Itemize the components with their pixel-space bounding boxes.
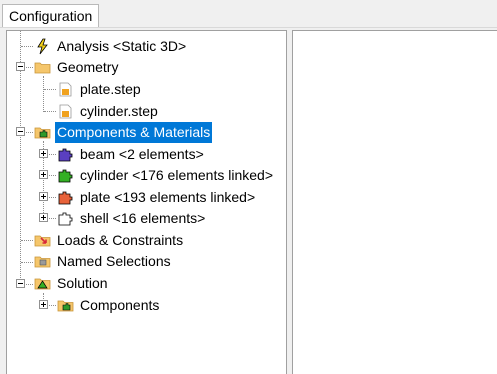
tab-divider <box>0 27 497 28</box>
loads-folder-icon <box>34 232 51 249</box>
tree-item-analysis[interactable]: Analysis <Static 3D> <box>34 36 234 57</box>
tab-configuration[interactable]: Configuration <box>2 4 100 28</box>
step-file-icon <box>57 81 74 98</box>
tree-item-plate[interactable]: plate <193 elements linked> <box>57 187 286 208</box>
tree-connector <box>44 89 56 90</box>
tree-connector <box>43 76 44 112</box>
tree-connector <box>26 284 33 285</box>
tree-item-components-materials[interactable]: Components & Materials <box>34 122 234 143</box>
puzzle-icon <box>57 167 74 184</box>
tab-strip: Configuration <box>0 0 497 29</box>
tree-item-loads-constraints[interactable]: Loads & Constraints <box>34 230 234 251</box>
tree-item-solution[interactable]: Solution <box>34 273 234 294</box>
named-selections-icon <box>34 253 51 270</box>
cylinder-expand-toggle[interactable] <box>39 170 48 179</box>
tree-item-solution-components[interactable]: Components <box>57 295 257 316</box>
puzzle-folder-icon <box>57 297 74 314</box>
components-collapse-toggle[interactable] <box>16 127 25 136</box>
tree-connector <box>49 154 56 155</box>
tree-item-shell[interactable]: shell <16 elements> <box>57 208 286 229</box>
tree-item-geometry[interactable]: Geometry <box>34 57 234 78</box>
tree-connector <box>26 132 33 133</box>
tree-connector <box>49 305 56 306</box>
geometry-collapse-toggle[interactable] <box>16 62 25 71</box>
tree-item-cylinder[interactable]: cylinder <176 elements linked> <box>57 165 286 186</box>
tree-connector <box>26 67 33 68</box>
configuration-tree[interactable]: Analysis <Static 3D> Geometry plate.step… <box>6 30 287 374</box>
tree-item-cylinder-step[interactable]: cylinder.step <box>57 101 257 122</box>
properties-pane[interactable] <box>292 30 497 374</box>
tree-connector <box>44 111 56 112</box>
solution-components-expand-toggle[interactable] <box>39 300 48 309</box>
tree-item-named-selections[interactable]: Named Selections <box>34 251 234 272</box>
tree-connector <box>21 240 33 241</box>
tree-connector <box>49 175 56 176</box>
tree-item-plate-step[interactable]: plate.step <box>57 79 257 100</box>
puzzle-icon <box>57 189 74 206</box>
tree-connector <box>49 218 56 219</box>
plate-expand-toggle[interactable] <box>39 192 48 201</box>
solution-icon <box>34 275 51 292</box>
folder-icon <box>34 59 51 76</box>
puzzle-icon <box>57 146 74 163</box>
puzzle-folder-icon <box>34 124 51 141</box>
tree-connector <box>21 262 33 263</box>
tree-connector <box>21 46 33 47</box>
beam-expand-toggle[interactable] <box>39 149 48 158</box>
lightning-icon <box>34 38 51 55</box>
tree-item-beam[interactable]: beam <2 elements> <box>57 144 286 165</box>
solution-collapse-toggle[interactable] <box>16 279 25 288</box>
tree-connector <box>49 197 56 198</box>
shell-expand-toggle[interactable] <box>39 213 48 222</box>
step-file-icon <box>57 103 74 120</box>
puzzle-icon <box>57 210 74 227</box>
